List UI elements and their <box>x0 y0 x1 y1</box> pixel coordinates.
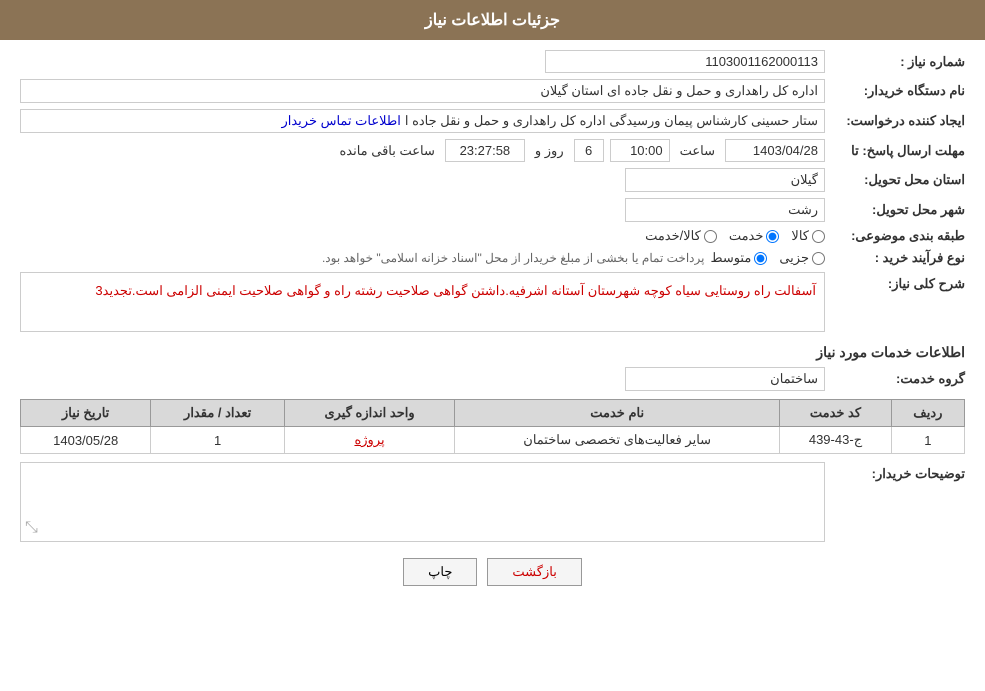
tozihatKharidaar-label: توضیحات خریدار: <box>825 462 965 482</box>
radio-motevasset-label: متوسط <box>710 250 751 266</box>
services-table: ردیف کد خدمت نام خدمت واحد اندازه گیری ت… <box>20 399 965 454</box>
page-title: جزئیات اطلاعات نیاز <box>0 0 985 40</box>
radio-kala-item: کالا <box>791 228 825 244</box>
col-namKhadamat: نام خدمت <box>455 400 780 427</box>
print-button[interactable]: چاپ <box>403 558 477 586</box>
ostanTahvil-value: گیلان <box>625 168 825 192</box>
sharhKolli-value: آسفالت راه روستایی سیاه کوچه شهرستان آست… <box>20 272 825 332</box>
col-radif: ردیف <box>891 400 964 427</box>
ijadKonande-link[interactable]: اطلاعات تماس خریدار <box>281 113 400 129</box>
ostanTahvil-label: استان محل تحویل: <box>825 172 965 188</box>
cell-kodKhadamat: ج-43-439 <box>780 427 892 454</box>
cell-radif: 1 <box>891 427 964 454</box>
tabaqebandi-radio-group: کالا خدمت کالا/خدمت <box>20 228 825 244</box>
shahrTahvil-value: رشت <box>625 198 825 222</box>
namDastgah-label: نام دستگاه خریدار: <box>825 83 965 99</box>
radio-khedmat[interactable] <box>766 230 779 243</box>
radio-khedmat-label: خدمت <box>729 228 764 244</box>
mohlatErsalPasokh-label: مهلت ارسال پاسخ: تا <box>825 143 965 159</box>
shomareNiaz-label: شماره نیاز : <box>825 54 965 70</box>
etelaatKhadamat-title: اطلاعات خدمات مورد نیاز <box>20 344 965 361</box>
radio-kala[interactable] <box>812 230 825 243</box>
radio-kala-label: کالا <box>791 228 809 244</box>
groheKhadamat-value: ساختمان <box>625 367 825 391</box>
cell-vahed: پروژه <box>284 427 454 454</box>
table-row: 1 ج-43-439 سایر فعالیت‌های تخصصی ساختمان… <box>21 427 965 454</box>
radio-jozi-label: جزیی <box>779 250 809 266</box>
radio-kalaKhedmat-item: کالا/خدمت <box>645 228 717 244</box>
tozihatKharidaar-value: ⤡ <box>20 462 825 542</box>
countdown-value: 23:27:58 <box>445 139 525 162</box>
days-label: روز و <box>535 143 564 159</box>
ijadKonande-label: ایجاد کننده درخواست: <box>825 113 965 129</box>
namDastgah-value: اداره کل راهداری و حمل و نقل جاده ای است… <box>20 79 825 103</box>
time-value: 10:00 <box>610 139 670 162</box>
noeFarayandKharid-label: نوع فرآیند خرید : <box>825 250 965 266</box>
col-tarikh: تاریخ نیاز <box>21 400 151 427</box>
radio-jozi[interactable] <box>812 252 825 265</box>
back-button[interactable]: بازگشت <box>487 558 581 586</box>
farayand-radio-group: جزیی متوسط <box>710 250 825 266</box>
resize-icon: ⤡ <box>25 519 38 537</box>
tabaqebandiMozoei-label: طبقه بندی موضوعی: <box>825 228 965 244</box>
col-kodKhadamat: کد خدمت <box>780 400 892 427</box>
radio-motevasset[interactable] <box>754 252 767 265</box>
cell-tedad: 1 <box>151 427 285 454</box>
buttons-row: بازگشت چاپ <box>20 558 965 586</box>
radio-khedmat-item: خدمت <box>729 228 780 244</box>
sharhKolli-label: شرح کلی نیاز: <box>825 272 965 292</box>
days-value: 6 <box>574 139 604 162</box>
shomareNiaz-value: 1103001162000113 <box>545 50 825 73</box>
radio-jozi-item: جزیی <box>779 250 825 266</box>
services-table-container: ردیف کد خدمت نام خدمت واحد اندازه گیری ت… <box>20 399 965 454</box>
countdown-label: ساعت باقی مانده <box>339 143 434 159</box>
time-label: ساعت <box>680 143 715 159</box>
groheKhadamat-label: گروه خدمت: <box>825 371 965 387</box>
shahrTahvil-label: شهر محل تحویل: <box>825 202 965 218</box>
cell-tarikh: 1403/05/28 <box>21 427 151 454</box>
farayand-note: پرداخت تمام یا بخشی از مبلغ خریدار از مح… <box>322 251 705 265</box>
date-value: 1403/04/28 <box>725 139 825 162</box>
radio-motevasset-item: متوسط <box>710 250 767 266</box>
radio-kalaKhedmat[interactable] <box>704 230 717 243</box>
cell-namKhadamat: سایر فعالیت‌های تخصصی ساختمان <box>455 427 780 454</box>
radio-kalaKhedmat-label: کالا/خدمت <box>645 228 701 244</box>
col-vahed: واحد اندازه گیری <box>284 400 454 427</box>
col-tedad: تعداد / مقدار <box>151 400 285 427</box>
ijadKonande-value: ستار حسینی کارشناس پیمان ورسیدگی اداره ک… <box>405 113 818 129</box>
